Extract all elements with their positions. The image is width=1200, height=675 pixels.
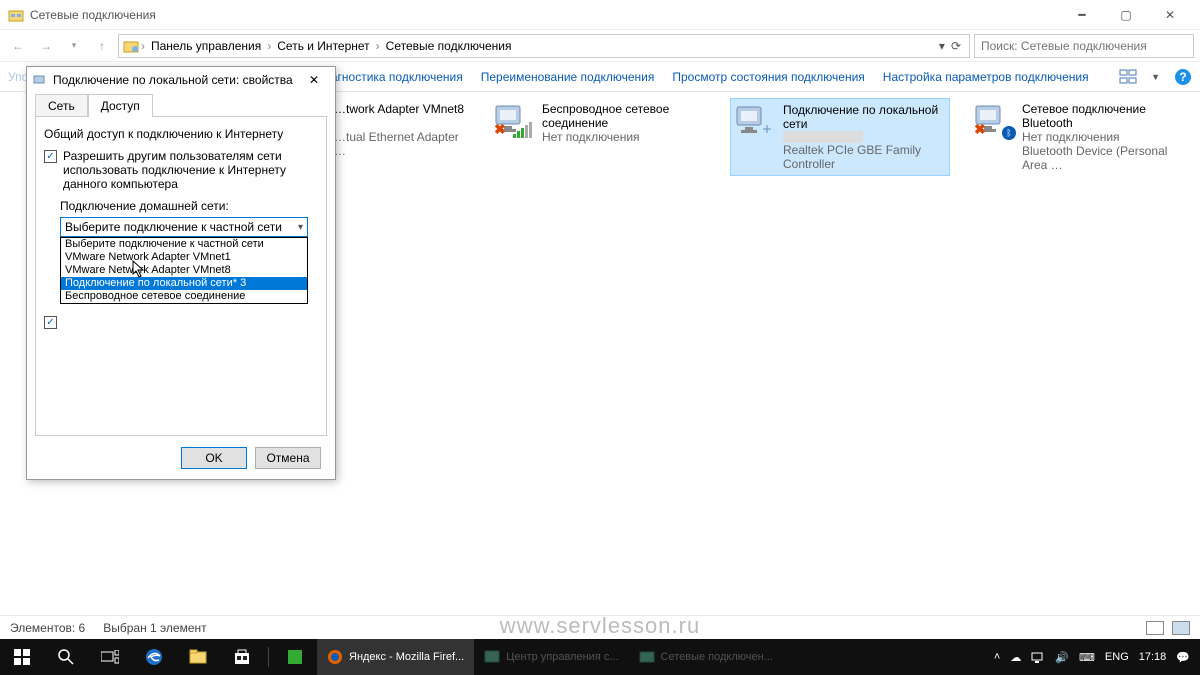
chevron-right-icon: ›	[267, 39, 271, 53]
search-icon[interactable]	[44, 639, 88, 675]
network-folder-icon	[639, 649, 655, 665]
dialog-titlebar[interactable]: Подключение по локальной сети: свойства …	[27, 67, 335, 93]
chevron-right-icon: ›	[376, 39, 380, 53]
bluetooth-icon: ᛒ	[1002, 126, 1016, 140]
maximize-button[interactable]: ▢	[1104, 1, 1148, 29]
dialog-close-button[interactable]: ✕	[299, 69, 329, 91]
details-view-icon[interactable]	[1146, 621, 1164, 635]
pinned-app-icon[interactable]	[273, 639, 317, 675]
combo-dropdown: Выберите подключение к частной сети VMwa…	[60, 237, 308, 304]
minimize-button[interactable]: ━	[1060, 1, 1104, 29]
combo-option[interactable]: VMware Network Adapter VMnet1	[61, 251, 307, 264]
disconnected-icon: ✖	[974, 121, 986, 138]
network-adapter-icon	[735, 103, 775, 139]
taskbar-task[interactable]: Сетевые подключен...	[629, 639, 783, 675]
onedrive-icon[interactable]: ☁	[1010, 651, 1021, 664]
cancel-button[interactable]: Отмена	[255, 447, 321, 469]
taskbar-task[interactable]: Центр управления с...	[474, 639, 628, 675]
tray-chevron-icon[interactable]: ˄	[994, 651, 1000, 663]
selection-count: Выбран 1 элемент	[103, 621, 206, 635]
combo-option[interactable]: Беспроводное сетевое соединение	[61, 290, 307, 303]
tiles-view-icon[interactable]	[1172, 621, 1190, 635]
connection-item-selected[interactable]: Подключение по локальной сети Realtek PC…	[730, 98, 950, 176]
close-button[interactable]: ✕	[1148, 1, 1192, 29]
refresh-icon[interactable]: ⟳	[951, 39, 961, 53]
combo-option[interactable]: VMware Network Adapter VMnet8	[61, 264, 307, 277]
combo-value: Выберите подключение к частной сети	[65, 220, 282, 234]
chevron-right-icon: ›	[141, 39, 145, 53]
network-folder-icon	[123, 38, 139, 54]
ok-button[interactable]: OK	[181, 447, 247, 469]
address-bar: ← → ▾ ↑ › Панель управления › Сеть и Инт…	[0, 30, 1200, 62]
chevron-down-icon[interactable]: ▼	[1151, 72, 1160, 82]
chevron-down-icon: ▾	[298, 222, 303, 233]
connection-item[interactable]: ✖ ᛒ Сетевое подключение Bluetooth Нет по…	[970, 98, 1190, 176]
change-settings[interactable]: Настройка параметров подключения	[883, 70, 1089, 84]
window-title: Сетевые подключения	[30, 8, 1060, 22]
home-connection-combo[interactable]: Выберите подключение к частной сети ▾ Вы…	[60, 217, 308, 237]
properties-dialog: Подключение по локальной сети: свойства …	[26, 66, 336, 480]
group-label: Общий доступ к подключению к Интернету	[44, 127, 318, 141]
chevron-down-icon[interactable]: ▾	[939, 39, 945, 53]
tab-network[interactable]: Сеть	[35, 94, 88, 117]
allow-sharing-label: Разрешить другим пользователям сети испо…	[63, 149, 313, 191]
dialog-title: Подключение по локальной сети: свойства	[53, 73, 293, 87]
home-connection-label: Подключение домашней сети:	[60, 199, 318, 213]
start-button[interactable]	[0, 639, 44, 675]
volume-icon[interactable]: 🔊	[1055, 651, 1069, 664]
help-icon[interactable]: ?	[1174, 68, 1192, 86]
allow-control-checkbox[interactable]: ✓	[44, 316, 57, 329]
recent-button[interactable]: ▾	[62, 34, 86, 58]
separator	[268, 647, 269, 667]
combo-option[interactable]: Выберите подключение к частной сети	[61, 238, 307, 251]
explorer-icon[interactable]	[176, 639, 220, 675]
action-center-icon[interactable]: 💬	[1176, 651, 1190, 664]
keyboard-icon[interactable]: ⌨	[1079, 651, 1095, 664]
search-box[interactable]	[974, 34, 1194, 58]
store-icon[interactable]	[220, 639, 264, 675]
system-tray: ˄ ☁ 🔊 ⌨ ENG 17:18 💬	[984, 650, 1200, 664]
window-titlebar: Сетевые подключения ━ ▢ ✕	[0, 0, 1200, 30]
view-status[interactable]: Просмотр состояния подключения	[672, 70, 864, 84]
network-adapter-icon	[33, 73, 47, 87]
connection-item[interactable]: ✖ Беспроводное сетевое соединение Нет по…	[490, 98, 710, 176]
network-tray-icon[interactable]	[1031, 650, 1045, 664]
svg-text:?: ?	[1179, 70, 1186, 84]
disconnected-icon: ✖	[494, 121, 506, 138]
task-label: Центр управления с...	[506, 651, 618, 663]
view-options-icon[interactable]	[1119, 68, 1137, 86]
search-input[interactable]	[981, 39, 1187, 53]
forward-button[interactable]: →	[34, 34, 58, 58]
task-label: Яндекс - Mozilla Firef...	[349, 651, 464, 663]
taskbar-task-firefox[interactable]: Яндекс - Mozilla Firef...	[317, 639, 474, 675]
crumb-1[interactable]: Сеть и Интернет	[273, 39, 373, 53]
allow-sharing-checkbox[interactable]: ✓	[44, 150, 57, 163]
taskbar: Яндекс - Mozilla Firef... Центр управлен…	[0, 639, 1200, 675]
connection-item[interactable]: …twork Adapter VMnet8 …tual Ethernet Ada…	[330, 98, 470, 176]
network-adapter-icon: ✖	[494, 102, 534, 138]
rename-connection[interactable]: Переименование подключения	[481, 70, 655, 84]
combo-option-highlighted[interactable]: Подключение по локальной сети* 3	[61, 277, 307, 290]
wifi-bars-icon	[513, 122, 532, 138]
firefox-icon	[327, 649, 343, 665]
status-bar: Элементов: 6 Выбран 1 элемент	[0, 615, 1200, 639]
up-button[interactable]: ↑	[90, 34, 114, 58]
diagnose-connection[interactable]: Диагностика подключения	[316, 70, 463, 84]
tab-panel: Общий доступ к подключению к Интернету ✓…	[35, 116, 327, 436]
edge-icon[interactable]	[132, 639, 176, 675]
crumb-0[interactable]: Панель управления	[147, 39, 265, 53]
control-panel-icon	[484, 649, 500, 665]
network-folder-icon	[8, 7, 24, 23]
network-adapter-icon: ✖ ᛒ	[974, 102, 1014, 138]
breadcrumb[interactable]: › Панель управления › Сеть и Интернет › …	[118, 34, 970, 58]
task-view-icon[interactable]	[88, 639, 132, 675]
back-button[interactable]: ←	[6, 34, 30, 58]
task-label: Сетевые подключен...	[661, 651, 773, 663]
tab-sharing[interactable]: Доступ	[88, 94, 153, 117]
language-indicator[interactable]: ENG	[1105, 651, 1129, 663]
tab-strip: Сеть Доступ	[27, 93, 335, 116]
clock[interactable]: 17:18	[1139, 651, 1167, 663]
crumb-2[interactable]: Сетевые подключения	[382, 39, 516, 53]
item-count: Элементов: 6	[10, 621, 85, 635]
